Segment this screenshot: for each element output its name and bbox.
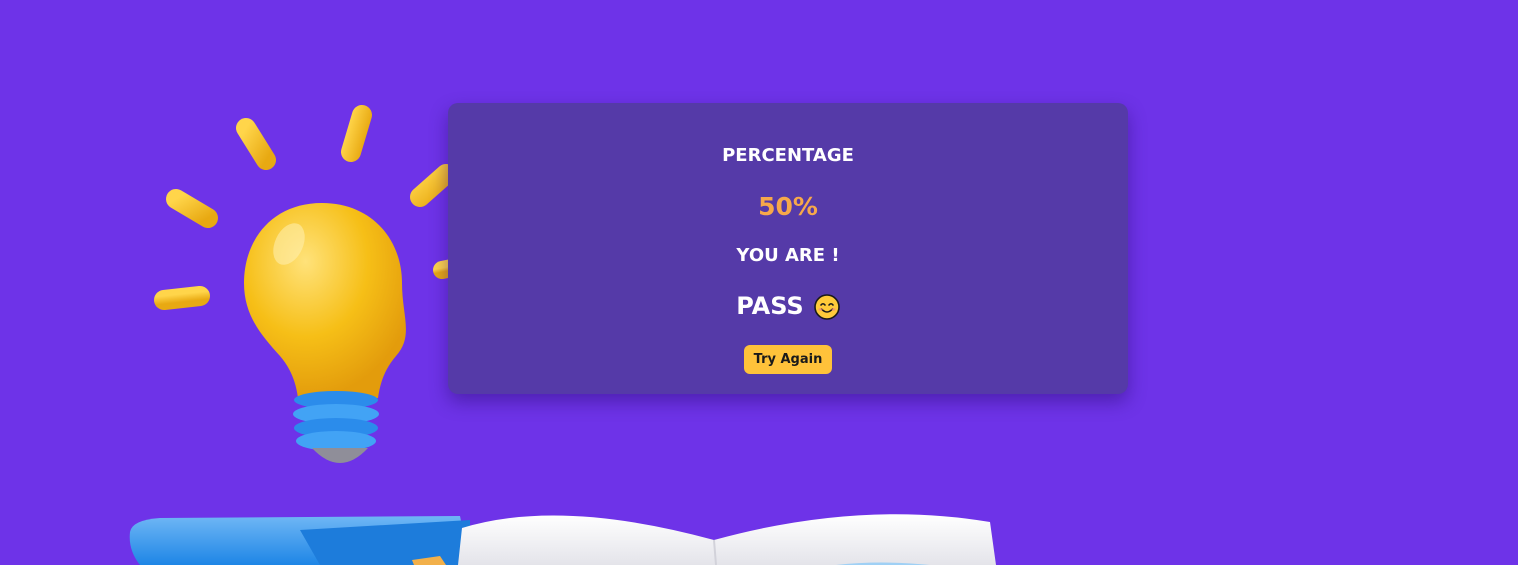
result-heading: PERCENTAGE	[722, 145, 854, 166]
result-label: YOU ARE !	[736, 245, 840, 266]
smiling-face-icon	[813, 294, 840, 320]
percentage-value: 50%	[758, 192, 818, 221]
try-again-button[interactable]: Try Again	[744, 345, 832, 374]
quiz-result-page: PERCENTAGE 50% YOU ARE ! PASS Try Again	[0, 0, 1518, 565]
verdict-text: PASS	[736, 292, 804, 320]
verdict-row: PASS	[448, 292, 1128, 320]
open-book-icon	[129, 514, 996, 565]
result-card: PERCENTAGE 50% YOU ARE ! PASS Try Again	[448, 103, 1128, 394]
